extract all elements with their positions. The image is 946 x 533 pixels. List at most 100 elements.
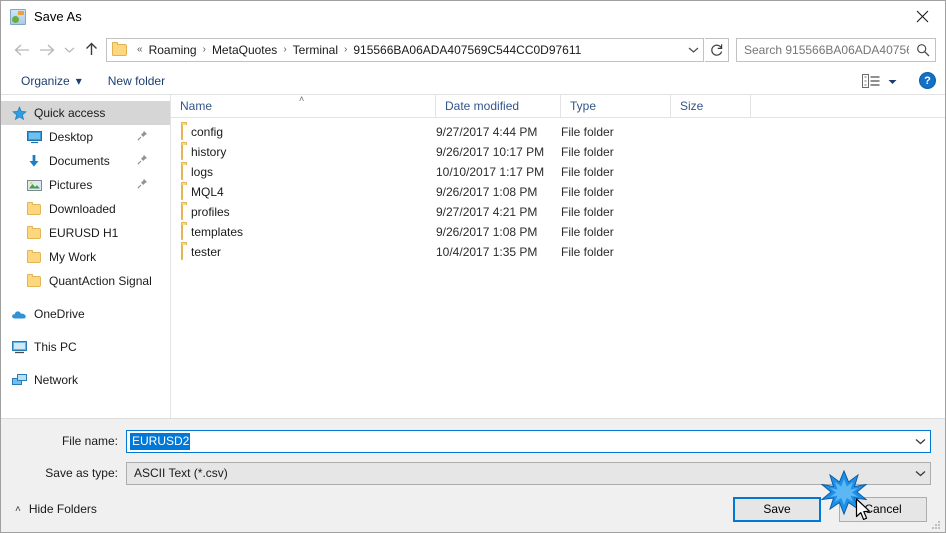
sidebar-item-pictures[interactable]: Pictures xyxy=(1,173,170,197)
sidebar-item-downloaded[interactable]: Downloaded xyxy=(1,197,170,221)
sidebar-item-documents[interactable]: Documents xyxy=(1,149,170,173)
file-list-pane: Name ˄ Date modified Type Size config 9/… xyxy=(171,93,945,418)
column-header-label: Size xyxy=(680,99,704,113)
sidebar-item-eurusd-h1[interactable]: EURUSD H1 xyxy=(1,221,170,245)
pin-icon[interactable] xyxy=(137,154,148,168)
column-header-label: Type xyxy=(570,99,597,113)
save-as-type-value: ASCII Text (*.csv) xyxy=(134,466,228,480)
pin-icon[interactable] xyxy=(137,130,148,144)
save-as-type-select[interactable]: ASCII Text (*.csv) xyxy=(126,461,931,485)
column-header-type[interactable]: Type xyxy=(561,94,671,118)
resize-grip[interactable] xyxy=(931,519,941,529)
documents-download-icon xyxy=(26,153,42,169)
column-header-name[interactable]: Name ˄ xyxy=(171,93,436,118)
folder-icon xyxy=(26,225,42,241)
table-row[interactable]: MQL4 9/26/2017 1:08 PM File folder xyxy=(171,182,945,202)
sidebar-item-label: EURUSD H1 xyxy=(49,226,119,240)
sidebar-item-my-work[interactable]: My Work xyxy=(1,245,170,269)
breadcrumb-item-terminal[interactable]: Terminal xyxy=(292,43,339,57)
recent-locations-chevron-down-icon[interactable] xyxy=(60,37,78,63)
sidebar-item-quick-access[interactable]: Quick access xyxy=(1,101,170,125)
file-date-cell: 9/26/2017 10:17 PM xyxy=(436,145,545,159)
new-folder-button[interactable]: New folder xyxy=(102,70,171,92)
table-row[interactable]: profiles 9/27/2017 4:21 PM File folder xyxy=(171,202,945,222)
save-button[interactable]: Save xyxy=(733,496,821,522)
help-circle-icon[interactable]: ? xyxy=(919,72,936,89)
dialog-body: Quick access Desktop Documents Pictures … xyxy=(1,93,945,418)
column-header-date-modified[interactable]: Date modified xyxy=(436,94,561,118)
table-row[interactable]: logs 10/10/2017 1:17 PM File folder xyxy=(171,162,945,182)
search-input[interactable] xyxy=(737,42,911,57)
table-row[interactable]: templates 9/26/2017 1:08 PM File folder xyxy=(171,222,945,242)
folder-icon xyxy=(112,41,127,56)
window-title: Save As xyxy=(34,9,82,24)
file-type-cell: File folder xyxy=(561,125,614,139)
sidebar-item-this-pc[interactable]: This PC xyxy=(1,335,170,359)
file-name-cell: tester xyxy=(171,244,436,260)
breadcrumb-item-instance[interactable]: 915566BA06ADA407569C544CC0D97611 xyxy=(352,43,582,57)
search-box[interactable] xyxy=(736,37,936,62)
search-icon xyxy=(911,43,935,57)
breadcrumb-overflow[interactable]: « xyxy=(132,44,148,55)
file-date-cell: 9/26/2017 1:08 PM xyxy=(436,185,538,199)
save-as-app-icon xyxy=(10,8,26,25)
sidebar-item-label: This PC xyxy=(34,340,77,354)
forward-button[interactable] xyxy=(34,37,60,63)
column-headers: Name ˄ Date modified Type Size xyxy=(171,93,945,118)
sidebar-item-network[interactable]: Network xyxy=(1,368,170,392)
organize-label: Organize xyxy=(21,73,70,88)
file-name-input[interactable]: EURUSD2 xyxy=(126,429,931,453)
folder-icon xyxy=(181,224,183,240)
file-type-cell: File folder xyxy=(561,225,614,239)
pictures-icon xyxy=(26,177,42,193)
close-icon[interactable] xyxy=(899,1,945,32)
file-rows: config 9/27/2017 4:44 PM File folder his… xyxy=(171,118,945,418)
column-header-label: Name xyxy=(180,99,213,113)
back-button[interactable] xyxy=(8,37,34,63)
file-name-value: EURUSD2 xyxy=(130,432,191,450)
table-row[interactable]: config 9/27/2017 4:44 PM File folder xyxy=(171,122,945,142)
breadcrumb-item-roaming[interactable]: Roaming xyxy=(148,43,198,57)
folder-icon xyxy=(181,204,183,220)
chevron-down-icon[interactable] xyxy=(911,431,930,452)
file-name-cell: MQL4 xyxy=(171,184,436,200)
hide-folders-label: Hide Folders xyxy=(28,502,97,516)
sidebar-item-quantaction-signal[interactable]: QuantAction Signal xyxy=(1,269,170,293)
breadcrumb-separator: › xyxy=(283,44,287,55)
network-icon xyxy=(11,372,27,388)
table-row[interactable]: tester 10/4/2017 1:35 PM File folder xyxy=(171,242,945,262)
cancel-button[interactable]: Cancel xyxy=(839,496,927,522)
organize-button[interactable]: Organize ▾ xyxy=(15,70,88,92)
file-date-cell: 10/4/2017 1:35 PM xyxy=(436,245,538,259)
sidebar-item-label: Documents xyxy=(49,154,110,168)
sidebar-item-label: Pictures xyxy=(49,178,93,192)
computer-icon xyxy=(11,339,27,355)
up-button[interactable] xyxy=(78,37,104,63)
file-name-label: logs xyxy=(191,165,214,179)
chevron-down-icon[interactable] xyxy=(911,463,930,484)
sidebar-item-onedrive[interactable]: OneDrive xyxy=(1,302,170,326)
pin-icon[interactable] xyxy=(137,178,148,192)
file-name-cell: profiles xyxy=(171,204,436,220)
sidebar-item-label: Quick access xyxy=(34,106,106,120)
sidebar-item-label: Downloaded xyxy=(49,202,116,216)
file-name-cell: history xyxy=(171,144,436,160)
sort-ascending-icon: ˄ xyxy=(299,93,305,104)
title-bar: Save As xyxy=(1,1,945,32)
address-chevron-down-icon[interactable] xyxy=(683,46,703,54)
column-header-size[interactable]: Size xyxy=(671,94,751,118)
desktop-icon xyxy=(26,129,42,145)
sidebar-item-desktop[interactable]: Desktop xyxy=(1,125,170,149)
file-type-cell: File folder xyxy=(561,205,614,219)
refresh-icon[interactable] xyxy=(705,37,729,62)
breadcrumb-item-metaquotes[interactable]: MetaQuotes xyxy=(211,43,278,57)
view-mode-button[interactable] xyxy=(856,70,903,92)
breadcrumb-separator: › xyxy=(202,44,206,55)
sidebar-item-label: QuantAction Signal xyxy=(49,274,152,288)
breadcrumb-bar[interactable]: « Roaming › MetaQuotes › Terminal › 9155… xyxy=(106,37,704,62)
file-name-label: tester xyxy=(191,245,222,259)
table-row[interactable]: history 9/26/2017 10:17 PM File folder xyxy=(171,142,945,162)
hide-folders-button[interactable]: ˄ Hide Folders xyxy=(15,502,97,516)
